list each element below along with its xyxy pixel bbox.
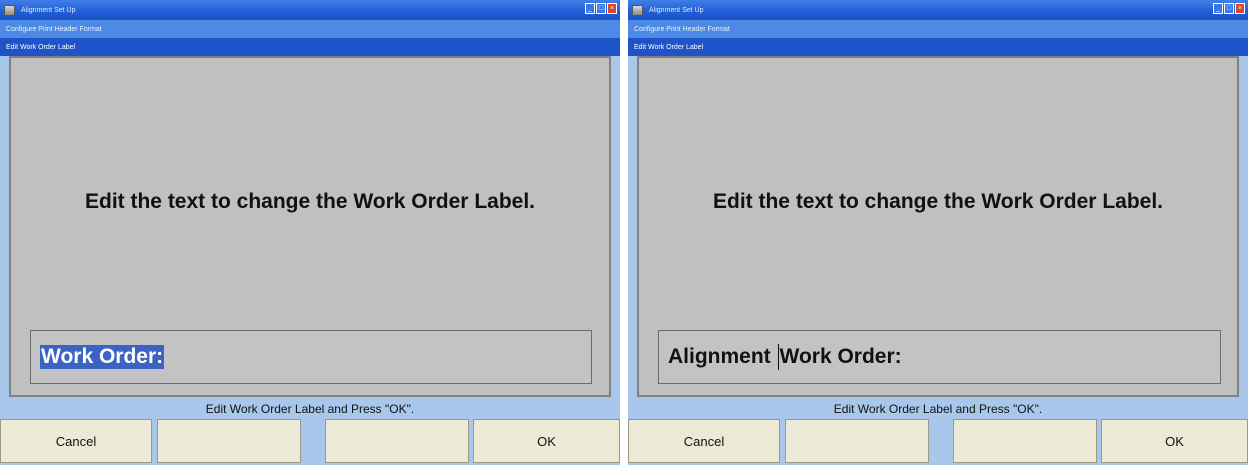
window-titlebar[interactable]: Alignment Set Up _ □ × bbox=[0, 0, 620, 20]
window-title: Alignment Set Up bbox=[649, 6, 704, 14]
screen-title-bar: Configure Print Header Format bbox=[628, 20, 1248, 38]
ok-button[interactable]: OK bbox=[473, 419, 620, 463]
work-order-label-input[interactable]: Alignment Work Order: bbox=[658, 330, 1221, 384]
work-order-label-input[interactable]: Work Order: bbox=[30, 330, 592, 384]
dialog-title-bar: Edit Work Order Label bbox=[628, 38, 1248, 56]
selected-text: Work Order: bbox=[40, 345, 165, 369]
dialog-title-bar: Edit Work Order Label bbox=[0, 38, 620, 56]
blank-button-2[interactable] bbox=[785, 419, 929, 463]
status-message: Edit Work Order Label and Press "OK". bbox=[833, 402, 1043, 416]
dialog-title: Edit Work Order Label bbox=[6, 43, 76, 51]
dialog-content: Edit the text to change the Work Order L… bbox=[9, 56, 611, 397]
app-icon bbox=[4, 4, 15, 16]
right-screenshot-panel: Alignment Set Up _ □ × Configure Print H… bbox=[628, 0, 1248, 465]
dialog-content: Edit the text to change the Work Order L… bbox=[637, 56, 1239, 397]
left-screenshot-panel: Alignment Set Up _ □ × Configure Print H… bbox=[0, 0, 620, 465]
instruction-text: Edit the text to change the Work Order L… bbox=[712, 190, 1163, 213]
screen-title: Configure Print Header Format bbox=[634, 25, 730, 33]
text-caret bbox=[777, 344, 779, 370]
instruction-text: Edit the text to change the Work Order L… bbox=[84, 190, 535, 213]
window-title: Alignment Set Up bbox=[21, 6, 76, 14]
dialog-title: Edit Work Order Label bbox=[634, 43, 704, 51]
window-controls: _ □ × bbox=[585, 3, 617, 14]
close-icon[interactable]: × bbox=[607, 3, 617, 14]
cancel-button[interactable]: Cancel bbox=[628, 419, 780, 463]
screen-title-bar: Configure Print Header Format bbox=[0, 20, 620, 38]
cancel-button[interactable]: Cancel bbox=[0, 419, 152, 463]
maximize-icon[interactable]: □ bbox=[596, 3, 606, 14]
ok-button[interactable]: OK bbox=[1101, 419, 1248, 463]
blank-button-2[interactable] bbox=[157, 419, 301, 463]
app-icon bbox=[632, 4, 643, 16]
status-message: Edit Work Order Label and Press "OK". bbox=[205, 402, 415, 416]
existing-text: Work Order: bbox=[779, 345, 902, 368]
blank-button-3[interactable] bbox=[953, 419, 1097, 463]
window-titlebar[interactable]: Alignment Set Up _ □ × bbox=[628, 0, 1248, 20]
maximize-icon[interactable]: □ bbox=[1224, 3, 1234, 14]
minimize-icon[interactable]: _ bbox=[585, 3, 595, 14]
typed-text: Alignment bbox=[668, 345, 777, 368]
close-icon[interactable]: × bbox=[1235, 3, 1245, 14]
blank-button-3[interactable] bbox=[325, 419, 469, 463]
window-controls: _ □ × bbox=[1213, 3, 1245, 14]
minimize-icon[interactable]: _ bbox=[1213, 3, 1223, 14]
screen-title: Configure Print Header Format bbox=[6, 25, 102, 33]
